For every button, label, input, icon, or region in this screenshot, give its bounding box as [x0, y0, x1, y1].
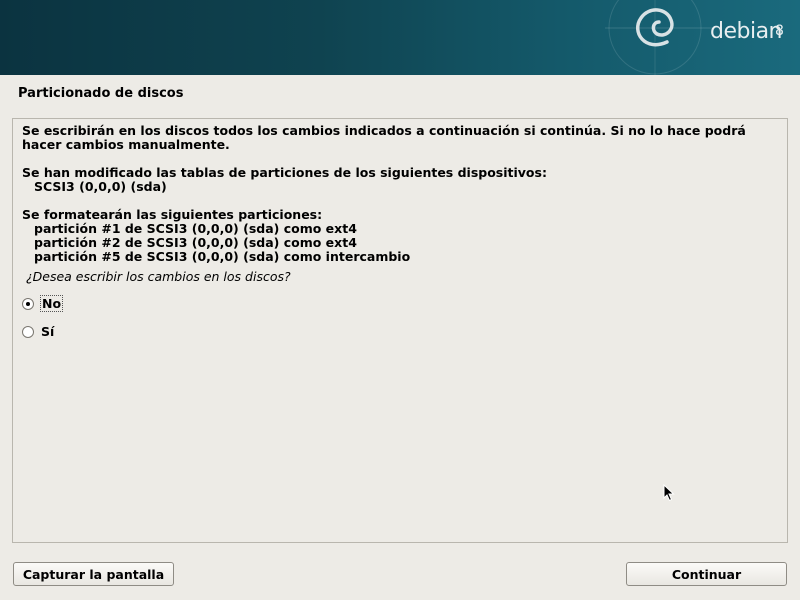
format-section: Se formatearán las siguientes particione… — [22, 208, 777, 264]
debian-version: 8 — [775, 23, 784, 39]
debian-logo-text: debian — [710, 19, 783, 44]
option-si[interactable]: Sí — [22, 324, 54, 339]
option-no[interactable]: No — [22, 295, 64, 312]
modified-heading: Se han modificado las tablas de particio… — [22, 165, 547, 180]
option-si-label: Sí — [41, 324, 55, 339]
modified-device: SCSI3 (0,0,0) (sda) — [34, 179, 167, 194]
continue-button[interactable]: Continuar — [626, 562, 787, 586]
message-text: Se escribirán en los discos todos los ca… — [22, 124, 777, 278]
intro-text: Se escribirán en los discos todos los ca… — [22, 123, 746, 152]
debian-swirl-logo-icon — [605, 0, 715, 75]
screenshot-button[interactable]: Capturar la pantalla — [13, 562, 174, 586]
debian-banner: debian 8 — [0, 0, 800, 75]
page-title: Particionado de discos — [18, 86, 184, 101]
modified-section: Se han modificado las tablas de particio… — [22, 166, 777, 194]
format-partition-2: partición #2 de SCSI3 (0,0,0) (sda) como… — [34, 235, 357, 250]
question-label: ¿Desea escribir los cambios en los disco… — [26, 269, 291, 284]
format-partition-1: partición #1 de SCSI3 (0,0,0) (sda) como… — [34, 221, 357, 236]
radio-si[interactable] — [22, 325, 34, 338]
content-panel: Se escribirán en los discos todos los ca… — [12, 118, 788, 543]
radio-no[interactable] — [22, 297, 34, 310]
mouse-pointer-icon — [663, 484, 675, 502]
format-partition-5: partición #5 de SCSI3 (0,0,0) (sda) como… — [34, 249, 411, 264]
option-no-label: No — [39, 295, 64, 312]
format-heading: Se formatearán las siguientes particione… — [22, 207, 323, 222]
